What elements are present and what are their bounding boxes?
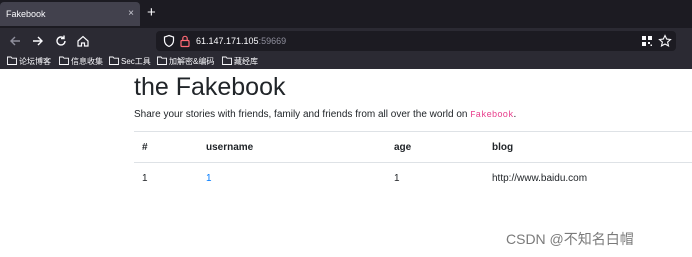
folder-icon	[59, 56, 69, 65]
watermark: CSDN @不知名白帽	[506, 231, 634, 247]
tab-fakebook[interactable]: Fakebook ×	[0, 2, 140, 26]
header-number: #	[134, 131, 198, 163]
url-host: 61.147.171.105	[196, 36, 259, 46]
url-text[interactable]: 61.147.171.105:59669	[196, 31, 286, 51]
bookmark-star-icon[interactable]	[658, 34, 672, 48]
navigation-toolbar: 61.147.171.105:59669	[0, 28, 692, 54]
users-table: # username age blog 1 1 1 http://www.bai…	[134, 131, 692, 194]
cell-number: 1	[134, 162, 198, 194]
header-blog: blog	[484, 131, 692, 163]
back-icon[interactable]	[8, 34, 22, 48]
lead-end: .	[513, 109, 517, 120]
cell-blog: http://www.baidu.com	[484, 162, 692, 194]
bookmark-folder-4[interactable]: 加解密&编码	[157, 54, 214, 69]
new-tab-button[interactable]: +	[147, 4, 156, 22]
page-title: the Fakebook	[134, 73, 286, 101]
bookmark-folder-3[interactable]: Sec工具	[109, 54, 151, 69]
shield-icon[interactable]	[162, 34, 176, 48]
lead-text: Share your stories with friends, family …	[134, 109, 471, 120]
folder-icon	[222, 56, 232, 65]
header-age: age	[386, 131, 484, 163]
address-bar[interactable]: 61.147.171.105:59669	[156, 31, 676, 51]
bookmark-label: 论坛博客	[19, 57, 51, 66]
bookmark-folder-1[interactable]: 论坛博客	[7, 54, 51, 69]
username-link[interactable]: 1	[206, 173, 212, 184]
bookmark-folder-5[interactable]: 藏经库	[222, 54, 258, 69]
lead-brand: Fakebook	[470, 110, 514, 120]
reload-icon[interactable]	[54, 34, 68, 48]
bookmark-label: Sec工具	[121, 57, 151, 66]
qr-code-icon[interactable]	[640, 34, 654, 48]
folder-icon	[7, 56, 17, 65]
table-header-row: # username age blog	[134, 131, 692, 163]
tab-strip: Fakebook × +	[0, 0, 692, 28]
home-icon[interactable]	[76, 34, 90, 48]
cell-username: 1	[198, 162, 386, 194]
bookmark-folder-2[interactable]: 信息收集	[59, 54, 103, 69]
tab-title: Fakebook	[6, 9, 46, 19]
url-port: :59669	[258, 36, 287, 46]
table-row: 1 1 1 http://www.baidu.com	[134, 162, 692, 194]
tab-close-icon[interactable]: ×	[128, 2, 134, 26]
insecure-lock-icon[interactable]	[178, 34, 192, 48]
cell-age: 1	[386, 162, 484, 194]
forward-icon[interactable]	[31, 34, 45, 48]
bookmark-label: 加解密&编码	[169, 57, 215, 66]
bookmarks-toolbar: 论坛博客 信息收集 Sec工具 加解密&编码 藏经库	[0, 54, 692, 69]
bookmark-label: 信息收集	[71, 57, 103, 66]
page-lead: Share your stories with friends, family …	[134, 109, 516, 120]
folder-icon	[157, 56, 167, 65]
header-username: username	[198, 131, 386, 163]
folder-icon	[109, 56, 119, 65]
bookmark-label: 藏经库	[234, 57, 258, 66]
